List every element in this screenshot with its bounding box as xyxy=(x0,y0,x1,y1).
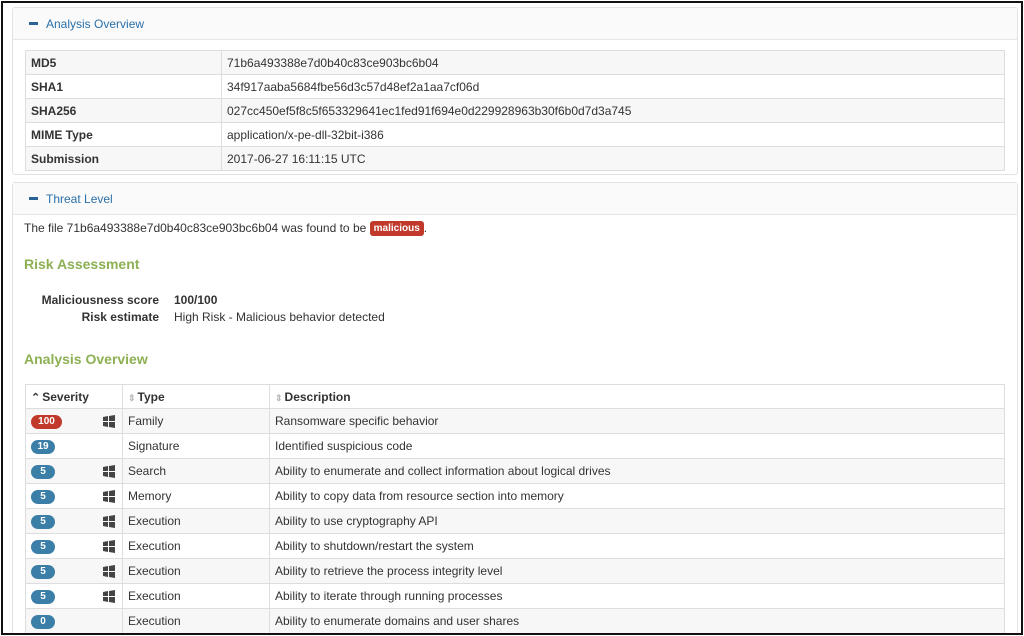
type-cell: Execution xyxy=(122,533,270,559)
table-header-row: ⌃ Severity ⇕ Type ⇕ Description xyxy=(25,384,1005,409)
windows-icon xyxy=(103,515,115,528)
description-header-label: Description xyxy=(284,389,351,404)
verdict-text: The file 71b6a493388e7d0b40c83ce903bc6b0… xyxy=(24,221,427,236)
type-cell: Memory xyxy=(122,483,270,509)
submission-value: 2017-06-27 16:11:15 UTC xyxy=(221,146,1005,171)
description-cell: Ability to enumerate domains and user sh… xyxy=(269,608,1005,633)
risk-estimate-label: Risk estimate xyxy=(81,310,159,324)
sha1-value: 34f917aaba5684fbe56d3c57d48ef2a1aa7cf06d xyxy=(221,74,1005,99)
sha256-value: 027cc450ef5f8c5f653329641ec1fed91f694e0d… xyxy=(221,98,1005,123)
severity-header-label: Severity xyxy=(42,389,89,404)
description-column-header[interactable]: ⇕ Description xyxy=(269,384,1005,409)
table-row[interactable]: 5 Execution Ability to shutdown/restart … xyxy=(25,533,1005,559)
severity-badge: 5 xyxy=(31,515,55,529)
md5-value: 71b6a493388e7d0b40c83ce903bc6b04 xyxy=(221,50,1005,75)
table-row[interactable]: 0 Execution Ability to enumerate domains… xyxy=(25,608,1005,633)
windows-icon xyxy=(103,590,115,603)
risk-assessment-heading: Risk Assessment xyxy=(24,256,140,272)
table-row[interactable]: 5 Memory Ability to copy data from resou… xyxy=(25,483,1005,509)
table-row[interactable]: 5 Execution Ability to iterate through r… xyxy=(25,583,1005,609)
severity-badge: 5 xyxy=(31,540,55,554)
windows-icon xyxy=(103,540,115,553)
description-cell: Ability to retrieve the process integrit… xyxy=(269,558,1005,584)
type-cell: Execution xyxy=(122,583,270,609)
verdict-prefix: The file 71b6a493388e7d0b40c83ce903bc6b0… xyxy=(24,221,367,235)
severity-badge: 19 xyxy=(31,440,55,454)
severity-badge: 100 xyxy=(31,415,62,429)
mime-type-label: MIME Type xyxy=(25,122,222,147)
type-cell: Family xyxy=(122,408,270,434)
severity-badge: 5 xyxy=(31,565,55,579)
verdict-suffix: . xyxy=(423,221,428,235)
table-row[interactable]: 5 Execution Ability to use cryptography … xyxy=(25,508,1005,534)
type-cell: Search xyxy=(122,458,270,484)
type-header-label: Type xyxy=(137,389,165,404)
analysis-overview-panel-title[interactable]: Analysis Overview xyxy=(46,17,144,31)
description-cell: Ability to iterate through running proce… xyxy=(269,583,1005,609)
table-row[interactable]: 5 Search Ability to enumerate and collec… xyxy=(25,458,1005,484)
windows-icon xyxy=(103,465,115,478)
table-row: MIME Type application/x-pe-dll-32bit-i38… xyxy=(25,122,1005,147)
maliciousness-score-value: 100/100 xyxy=(174,293,218,307)
description-cell: Ransomware specific behavior xyxy=(269,408,1005,434)
file-hashes-table: MD5 71b6a493388e7d0b40c83ce903bc6b04 SHA… xyxy=(25,50,1005,171)
analysis-overview-panel-header[interactable]: Analysis Overview xyxy=(13,8,1017,40)
description-cell: Ability to shutdown/restart the system xyxy=(269,533,1005,559)
table-row: SHA1 34f917aaba5684fbe56d3c57d48ef2a1aa7… xyxy=(25,74,1005,99)
table-row: SHA256 027cc450ef5f8c5f653329641ec1fed91… xyxy=(25,98,1005,123)
threat-level-panel-title[interactable]: Threat Level xyxy=(46,192,113,206)
minus-icon[interactable] xyxy=(27,18,39,30)
malicious-badge: malicious xyxy=(369,221,424,236)
severity-badge: 5 xyxy=(31,490,55,504)
risk-estimate-value: High Risk - Malicious behavior detected xyxy=(174,310,385,324)
windows-icon xyxy=(103,415,115,428)
analysis-overview-heading: Analysis Overview xyxy=(24,351,148,367)
description-cell: Ability to use cryptography API xyxy=(269,508,1005,534)
type-cell: Execution xyxy=(122,508,270,534)
severity-column-header[interactable]: ⌃ Severity xyxy=(25,384,123,409)
threat-level-panel-header[interactable]: Threat Level xyxy=(13,183,1017,215)
severity-badge: 5 xyxy=(31,590,55,604)
submission-label: Submission xyxy=(25,146,222,171)
type-cell: Signature xyxy=(122,433,270,459)
description-cell: Ability to copy data from resource secti… xyxy=(269,483,1005,509)
table-row: MD5 71b6a493388e7d0b40c83ce903bc6b04 xyxy=(25,50,1005,75)
chevron-up-icon: ⌃ xyxy=(31,391,41,404)
analysis-overview-panel: Analysis Overview MD5 71b6a493388e7d0b40… xyxy=(12,7,1018,175)
windows-icon xyxy=(103,565,115,578)
sort-icon: ⇕ xyxy=(128,392,136,403)
maliciousness-score-label: Maliciousness score xyxy=(41,293,159,307)
type-column-header[interactable]: ⇕ Type xyxy=(122,384,270,409)
description-cell: Identified suspicious code xyxy=(269,433,1005,459)
type-cell: Execution xyxy=(122,558,270,584)
signatures-table: ⌃ Severity ⇕ Type ⇕ Description 100 Family xyxy=(25,384,1005,633)
threat-level-panel: Threat Level The file 71b6a493388e7d0b40… xyxy=(12,182,1018,633)
table-row[interactable]: 100 Family Ransomware specific behavior xyxy=(25,408,1005,434)
description-cell: Ability to enumerate and collect informa… xyxy=(269,458,1005,484)
report-frame: Analysis Overview MD5 71b6a493388e7d0b40… xyxy=(1,1,1023,635)
sha1-label: SHA1 xyxy=(25,74,222,99)
sha256-label: SHA256 xyxy=(25,98,222,123)
type-cell: Execution xyxy=(122,608,270,633)
table-row: Submission 2017-06-27 16:11:15 UTC xyxy=(25,146,1005,171)
md5-label: MD5 xyxy=(25,50,222,75)
table-row[interactable]: 19 Signature Identified suspicious code xyxy=(25,433,1005,459)
sort-icon: ⇕ xyxy=(275,392,283,403)
table-row[interactable]: 5 Execution Ability to retrieve the proc… xyxy=(25,558,1005,584)
severity-badge: 5 xyxy=(31,465,55,479)
mime-type-value: application/x-pe-dll-32bit-i386 xyxy=(221,122,1005,147)
minus-icon[interactable] xyxy=(27,193,39,205)
risk-assessment-details: Maliciousness score 100/100 Risk estimat… xyxy=(13,293,513,329)
severity-badge: 0 xyxy=(31,615,55,629)
windows-icon xyxy=(103,490,115,503)
